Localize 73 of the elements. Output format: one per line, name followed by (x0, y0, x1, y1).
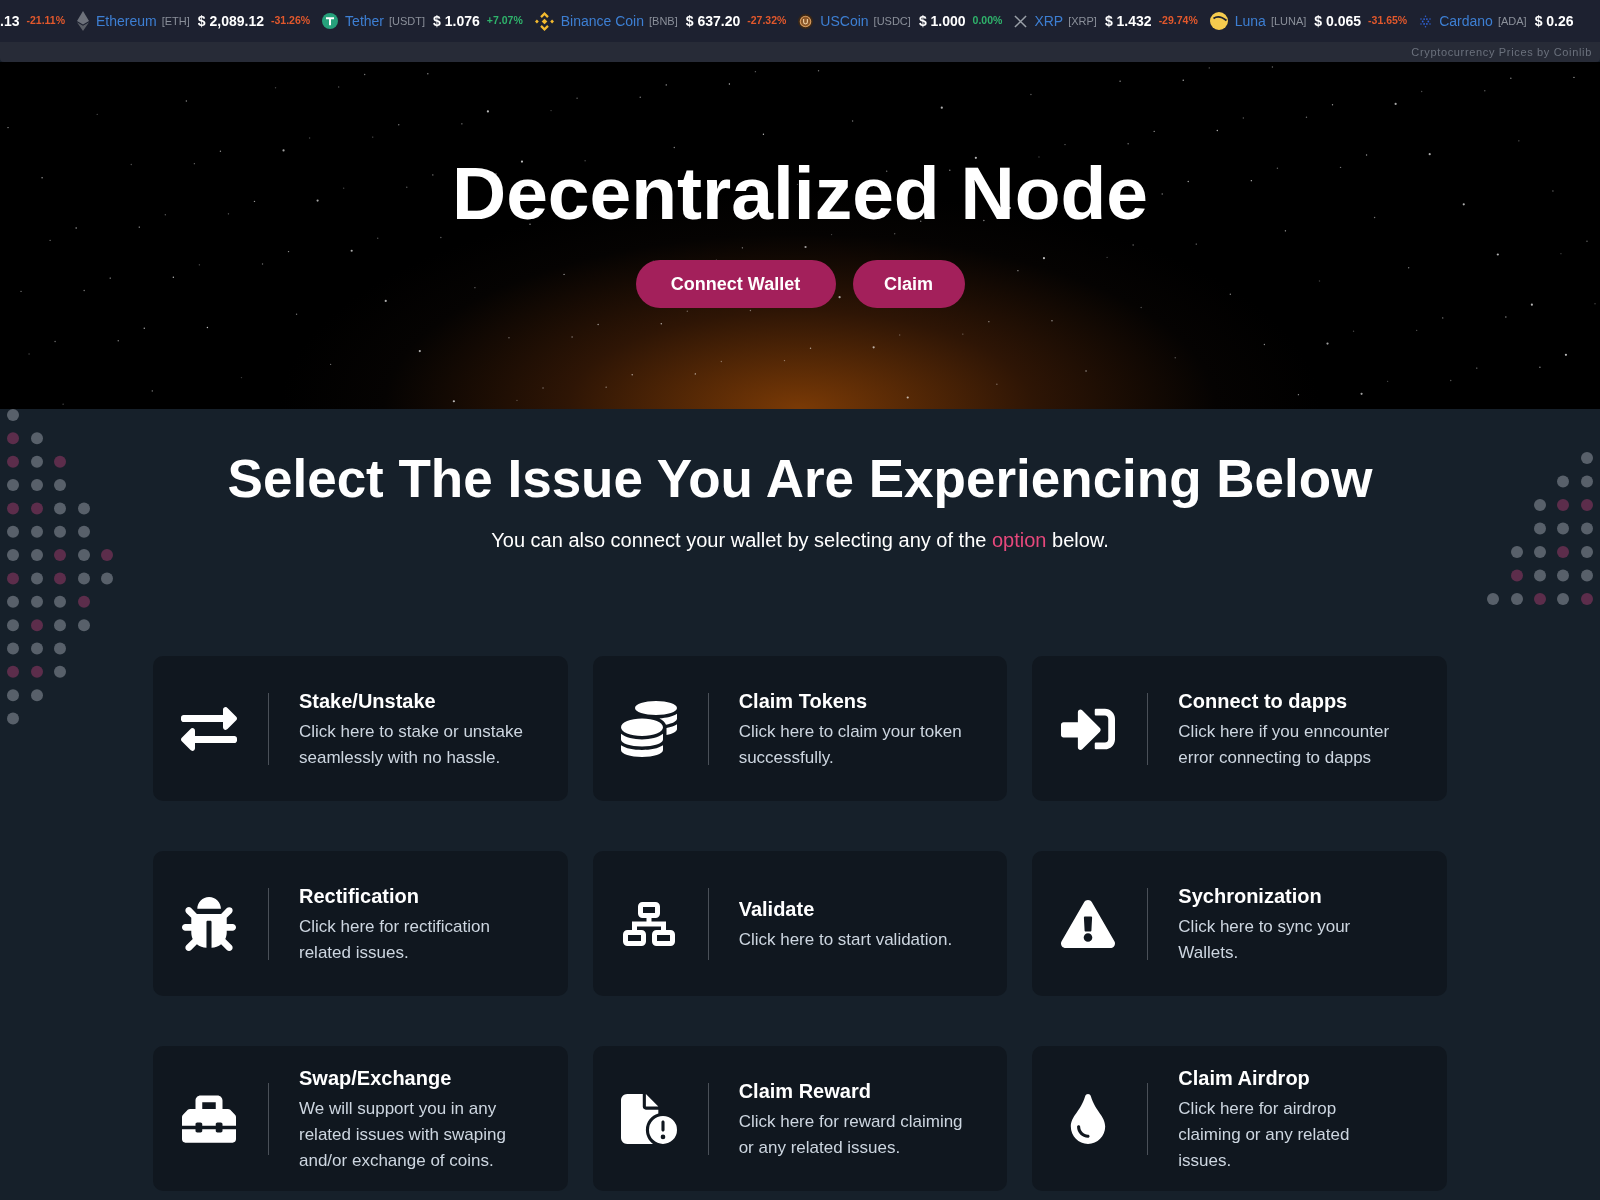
bug-icon (182, 896, 236, 951)
dot-ring-icon (1419, 14, 1433, 28)
coin-price: .13 (0, 11, 20, 31)
coin-name[interactable]: XRP (1034, 10, 1064, 32)
card-title: Swap/Exchange (299, 1065, 453, 1091)
section-heading: Select The Issue You Are Experiencing Below (227, 449, 1373, 509)
connect-wallet-button[interactable]: Connect Wallet (635, 260, 836, 308)
card-description: Click here to sync your Wallets. (1178, 915, 1351, 964)
coin-symbol: [ETH] (161, 13, 190, 29)
network-icon (622, 901, 675, 946)
coin-price: $ 0.065 (1314, 11, 1362, 31)
card-description: Click here for reward claiming or any related issues. (738, 1110, 963, 1159)
coin-price: $ 0.26 (1534, 11, 1574, 31)
price-change: -29.74% (1158, 13, 1198, 29)
card-description: Click here to stake or unstake seamlessly with no hassle. (299, 720, 523, 769)
coin-name[interactable]: Luna (1234, 10, 1266, 32)
price-change: -21.11% (26, 13, 65, 29)
issue-card[interactable]: Swap/Exchange We will support you in any related issues with swaping and/or exchange of coins. (153, 1046, 568, 1191)
coin-symbol: [LUNA] (1270, 13, 1307, 29)
card-title: Claim Reward (738, 1078, 872, 1104)
coin-icon (798, 13, 814, 29)
coins-icon (620, 700, 677, 757)
issue-card[interactable]: Claim Reward Click here for reward claiming or any related issues. (592, 1046, 1008, 1191)
diamond-grid-icon (534, 11, 554, 31)
issue-card[interactable]: Sychronization Click here to sync your Wallets. (1032, 851, 1447, 996)
coin-name[interactable]: Ethereum (96, 10, 157, 32)
price-change: -27.32% (747, 13, 787, 29)
coin-symbol: [XRP] (1068, 13, 1097, 29)
issue-card[interactable]: Connect to dapps Click here if you enncounter error connecting to dapps (1032, 656, 1447, 801)
card-description: We will support you in any related issues with swaping and/or exchange of coins. (299, 1097, 506, 1172)
coin-symbol: [BNB] (649, 13, 678, 29)
card-title: Connect to dapps (1178, 688, 1349, 714)
card-description: Click here to start validation. (738, 928, 953, 951)
card-title: Claim Airdrop (1178, 1065, 1311, 1091)
coin-name[interactable]: Cardano (1439, 10, 1493, 32)
coin-price: $ 1.076 (433, 11, 480, 31)
issue-card[interactable]: Stake/Unstake Click here to stake or unstake seamlessly with no hassle. (153, 656, 568, 801)
price-change: +7.07% (486, 13, 523, 29)
option-link[interactable]: option (991, 529, 1047, 551)
attribution-text: Cryptocurrency Prices by Coinlib (1411, 44, 1592, 60)
issue-card[interactable]: Claim Tokens Click here to claim your token successfully. (592, 656, 1008, 801)
claim-button[interactable]: Claim (852, 260, 965, 308)
issue-card[interactable]: Claim Airdrop Click here for airdrop claiming or any related issues. (1032, 1046, 1447, 1191)
coin-icon (322, 13, 339, 29)
price-change: -31.26% (271, 13, 311, 29)
card-title: Claim Tokens (738, 688, 869, 714)
price-change: -31.65% (1368, 13, 1408, 29)
coin-price: $ 637.20 (685, 11, 741, 31)
issue-card[interactable]: Rectification Click here for rectification related issues. (153, 851, 568, 996)
card-description: Click here to claim your token successfully. (738, 720, 962, 769)
coin-price: $ 1.000 (918, 11, 966, 31)
price-change: 0.00% (972, 13, 1003, 29)
card-description: Click here for rectification related issues. (299, 915, 490, 964)
coin-symbol: [ADA] (1497, 13, 1527, 29)
card-title: Validate (738, 896, 816, 922)
card-description: Click here for airdrop claiming or any related issues. (1178, 1097, 1350, 1172)
moon-icon (1209, 12, 1228, 30)
coin-name[interactable]: USCoin (820, 10, 869, 32)
coin-price: $ 2,089.12 (197, 11, 264, 31)
coin-name[interactable]: Tether (345, 10, 385, 32)
diamond-icon (77, 11, 89, 31)
coin-symbol: [USDT] (389, 13, 426, 29)
cross-icon (1014, 14, 1028, 28)
card-title: Rectification (299, 883, 421, 909)
coin-symbol: [USDC] (873, 13, 911, 29)
card-description: Click here if you enncounter error connecting to dapps (1178, 720, 1390, 769)
section-subtitle: You can also connect your wallet by selecting any of the option below. (491, 528, 1109, 553)
card-title: Stake/Unstake (299, 688, 437, 714)
coin-price: $ 1.432 (1104, 11, 1152, 31)
issue-card[interactable]: Validate Click here to start validation. (592, 851, 1008, 996)
hero-title: Decentralized Node (452, 156, 1148, 231)
coin-name[interactable]: Binance Coin (560, 10, 644, 32)
card-title: Sychronization (1178, 883, 1323, 909)
